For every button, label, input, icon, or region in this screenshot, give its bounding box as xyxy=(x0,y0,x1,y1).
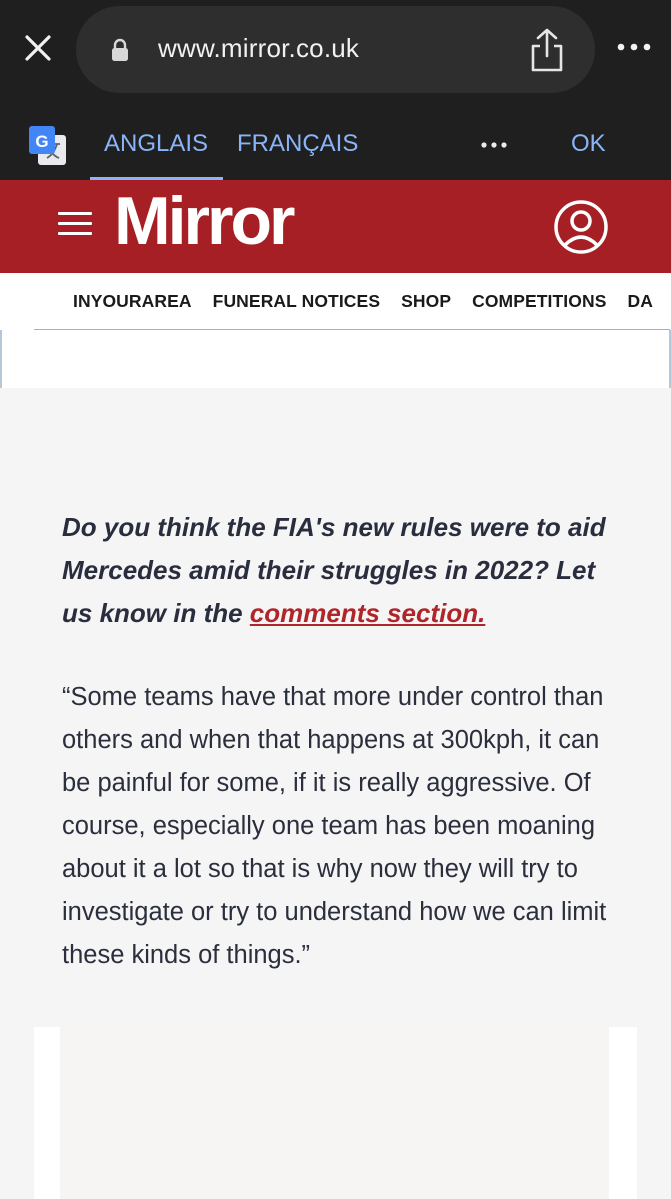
address-bar[interactable]: www.mirror.co.uk xyxy=(76,6,595,93)
close-icon xyxy=(25,35,51,61)
browser-menu-button[interactable] xyxy=(612,32,656,62)
more-horizontal-icon xyxy=(481,142,507,148)
url-text: www.mirror.co.uk xyxy=(158,33,360,63)
ad-placeholder xyxy=(60,1027,609,1199)
section-nav: INYOURAREA FUNERAL NOTICES SHOP COMPETIT… xyxy=(0,273,671,330)
nav-item-inyourarea[interactable]: INYOURAREA xyxy=(73,291,192,312)
user-account-icon[interactable] xyxy=(553,199,609,255)
source-language-tab[interactable]: ANGLAIS xyxy=(104,130,208,158)
reader-prompt: Do you think the FIA's new rules were to… xyxy=(62,506,632,635)
nav-item-competitions[interactable]: COMPETITIONS xyxy=(472,291,606,312)
google-translate-icon: G xyxy=(29,126,66,165)
site-header: Mirror xyxy=(0,180,671,273)
comments-section-link[interactable]: comments section. xyxy=(250,598,486,628)
nav-item-dating[interactable]: DA xyxy=(628,291,653,312)
hamburger-menu-icon[interactable] xyxy=(58,212,92,238)
site-logo[interactable]: Mirror xyxy=(114,182,295,260)
close-tab-button[interactable] xyxy=(18,28,58,68)
share-icon[interactable] xyxy=(525,26,569,74)
nav-item-funeral-notices[interactable]: FUNERAL NOTICES xyxy=(213,291,380,312)
svg-text:G: G xyxy=(35,132,48,151)
target-language-tab[interactable]: FRANÇAIS xyxy=(237,130,358,158)
translate-bar: G ANGLAIS FRANÇAIS OK xyxy=(0,104,671,180)
nav-item-shop[interactable]: SHOP xyxy=(401,291,451,312)
ad-slot-top xyxy=(0,330,671,388)
article-quote: “Some teams have that more under control… xyxy=(62,682,607,969)
translate-options-button[interactable] xyxy=(474,130,514,160)
more-horizontal-icon xyxy=(617,43,651,51)
lock-icon xyxy=(112,38,128,61)
browser-toolbar: www.mirror.co.uk xyxy=(0,0,671,104)
translate-ok-button[interactable]: OK xyxy=(571,130,606,158)
ad-slot-bottom xyxy=(34,1027,637,1199)
